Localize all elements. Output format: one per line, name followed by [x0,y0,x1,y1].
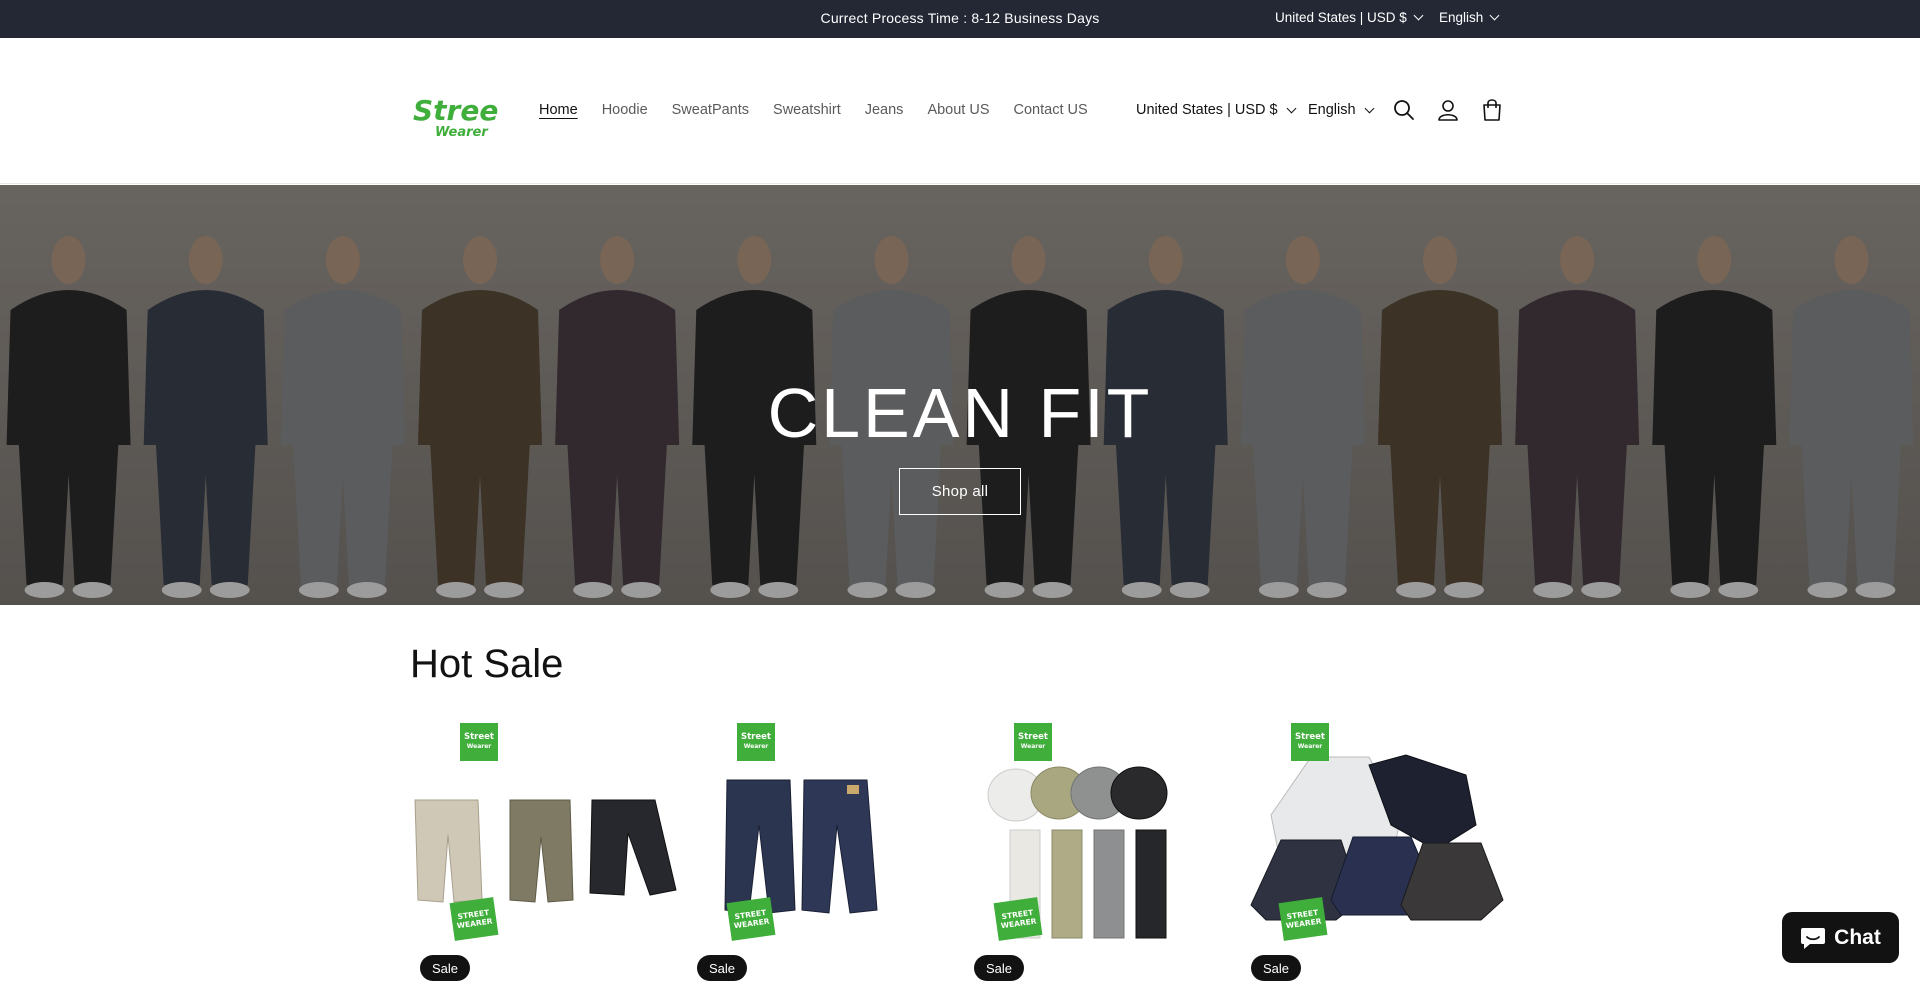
chevron-down-icon [1364,103,1375,113]
search-icon[interactable] [1391,97,1417,123]
product-image-barrel-jeans[interactable] [687,715,957,955]
nav-contact-us[interactable]: Contact US [1014,102,1088,118]
shopping-bag-tag: STREET WEARER [726,897,776,941]
sale-badge: Sale [974,955,1025,981]
nav-sweatpants[interactable]: SweatPants [672,102,749,118]
street-wearer-logo[interactable]: Street Wearer [411,90,499,140]
chat-label: Chat [1834,925,1881,949]
logo-word-street: Street [413,94,499,127]
announcement-bar: Currect Process Time : 8-12 Business Day… [0,0,1920,38]
product-card[interactable]: Street Wearer STREET WEARER Sale [1241,715,1511,993]
sale-badge: Sale [420,955,471,981]
brand-tag-line1: Street [741,732,771,742]
hot-sale-title: Hot Sale [410,642,564,686]
nav-about-us[interactable]: About US [927,102,989,118]
product-card[interactable]: Street Wearer STREET WEARER Sale [964,715,1234,993]
nav-hoodie[interactable]: Hoodie [602,102,648,118]
hero-banner: CLEAN FIT Shop all [0,185,1920,605]
brand-tag-line2: Wearer [743,743,769,750]
announcement-country-selector[interactable]: United States | USD $ [1275,10,1424,25]
nav-sweatshirt[interactable]: Sweatshirt [773,102,841,118]
brand-tag-line2: Wearer [1297,743,1323,750]
announcement-language-label: English [1439,10,1484,25]
brand-tag: Street Wearer [460,723,498,761]
brand-tag: Street Wearer [1291,723,1329,761]
nav-home[interactable]: Home [539,102,578,118]
country-label: United States | USD $ [1136,102,1278,118]
product-image-cargo-shorts[interactable] [410,715,680,955]
brand-tag-line1: Street [1018,732,1048,742]
product-card[interactable]: Street Wearer STREET WEARER Sale [410,715,680,993]
chat-button[interactable]: Chat [1782,912,1899,963]
shopping-bag-tag: STREET WEARER [449,897,499,941]
site-header: Street Wearer Home Hoodie SweatPants Swe… [0,38,1920,184]
shopping-bag-tag: STREET WEARER [1278,897,1328,941]
brand-tag-line2: Wearer [466,743,492,750]
announcement-text: Currect Process Time : 8-12 Business Day… [820,10,1100,26]
main-nav: Home Hoodie SweatPants Sweatshirt Jeans … [539,102,1088,118]
language-label: English [1308,102,1356,118]
logo-word-wearer: Wearer [435,125,489,140]
language-selector[interactable]: English [1308,102,1375,118]
announcement-country-label: United States | USD $ [1275,10,1407,25]
chat-bubble-icon [1801,927,1826,949]
chevron-down-icon [1413,10,1424,21]
shop-all-button[interactable]: Shop all [899,468,1021,515]
product-card[interactable]: Street Wearer STREET WEARER Sale [687,715,957,993]
shopping-bag-tag: STREET WEARER [993,897,1043,941]
cart-icon[interactable] [1479,97,1505,123]
brand-tag: Street Wearer [737,723,775,761]
brand-tag-line2: Wearer [1020,743,1046,750]
brand-tag-line1: Street [1295,732,1325,742]
account-icon[interactable] [1435,97,1461,123]
sale-badge: Sale [697,955,748,981]
sale-badge: Sale [1251,955,1302,981]
nav-jeans[interactable]: Jeans [865,102,904,118]
brand-tag: Street Wearer [1014,723,1052,761]
announcement-language-selector[interactable]: English [1439,10,1500,25]
hero-title: CLEAN FIT [767,374,1153,452]
country-selector[interactable]: United States | USD $ [1136,102,1297,118]
chevron-down-icon [1489,10,1500,21]
chevron-down-icon [1286,103,1297,113]
brand-tag-line1: Street [464,732,494,742]
